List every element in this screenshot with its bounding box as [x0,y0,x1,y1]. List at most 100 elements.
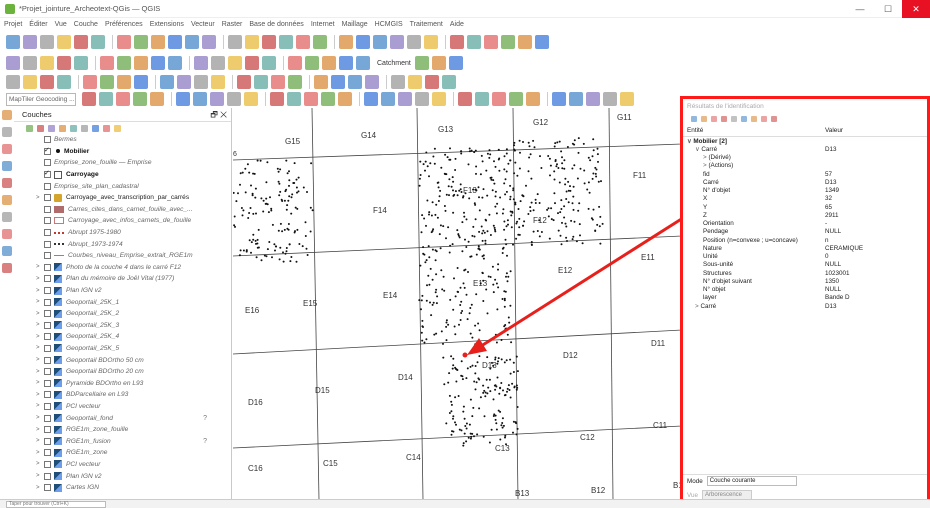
tool-icon[interactable] [398,92,412,106]
menu-preferences[interactable]: Préférences [105,21,143,28]
tool-icon[interactable] [356,56,370,70]
tool-icon[interactable] [313,35,327,49]
menu-aide[interactable]: Aide [450,21,464,28]
layer-item[interactable]: Carroyage_avec_infos_carnets_de_fouille [14,215,231,227]
expand-arrow-icon[interactable]: > [36,276,44,282]
side-tool-icon[interactable] [2,144,12,154]
expand-arrow-icon[interactable]: > [36,415,44,421]
expand-arrow-icon[interactable]: > [36,485,44,491]
layer-visibility-checkbox[interactable] [44,310,51,318]
layer-item[interactable]: Bermes [14,134,231,146]
layer-item[interactable]: Mobilier [14,146,231,158]
tool-icon[interactable] [287,92,301,106]
layer-item[interactable]: > RGE1m_zone_fouille [14,424,231,436]
menu-extensions[interactable]: Extensions [150,21,184,28]
tool-icon[interactable] [391,75,405,89]
tool-icon[interactable] [381,92,395,106]
identify-tool-icon[interactable] [711,116,717,122]
side-tool-icon[interactable] [2,195,12,205]
tool-icon[interactable] [304,92,318,106]
menu-base-de-donnees[interactable]: Base de données [249,21,304,28]
tool-icon[interactable] [6,35,20,49]
tool-icon[interactable] [467,35,481,49]
identify-tool-icon[interactable] [721,116,727,122]
layer-item[interactable]: > PCI vecteur [14,459,231,471]
tool-icon[interactable] [270,92,284,106]
identify-tool-icon[interactable] [731,116,737,122]
layer-item[interactable]: > Geoportail_25K_3 [14,320,231,332]
close-button[interactable]: ✕ [902,0,930,18]
identify-row[interactable]: Y 65 [683,203,927,211]
layer-tool-icon[interactable] [92,124,99,132]
menu-internet[interactable]: Internet [311,21,335,28]
tool-icon[interactable] [424,35,438,49]
menu-hcmgis[interactable]: HCMGIS [375,21,403,28]
tool-icon[interactable] [339,35,353,49]
layer-visibility-checkbox[interactable] [44,229,51,237]
tool-icon[interactable] [40,56,54,70]
tool-icon[interactable] [501,35,515,49]
tool-icon[interactable] [431,56,446,70]
side-tool-icon[interactable] [2,178,12,188]
locator-search-input[interactable]: Taper pour trouver (Ctrl+K) [6,500,106,508]
tool-icon[interactable] [151,56,165,70]
expand-arrow-icon[interactable]: > [36,345,44,351]
tool-icon[interactable] [492,92,506,106]
tool-icon[interactable] [603,92,617,106]
layer-item[interactable]: > PCI vecteur [14,401,231,413]
tool-icon[interactable] [586,92,600,106]
maximize-button[interactable]: ☐ [874,0,902,18]
layer-tool-icon[interactable] [37,124,44,132]
identify-tool-icon[interactable] [771,116,777,122]
layer-item[interactable]: > Photo de la couche 4 dans le carré F12 [14,262,231,274]
layer-visibility-checkbox[interactable] [44,287,51,295]
tool-icon[interactable] [117,35,131,49]
tool-icon[interactable] [425,75,439,89]
layer-visibility-checkbox[interactable] [44,402,51,410]
tool-icon[interactable] [348,75,362,89]
expand-arrow-icon[interactable]: > [36,461,44,467]
tool-icon[interactable] [450,35,464,49]
identify-row[interactable]: Sous-unité NULL [683,261,927,269]
tool-icon[interactable] [262,56,276,70]
tool-icon[interactable] [227,92,241,106]
expand-arrow-icon[interactable]: > [36,288,44,294]
identify-row[interactable]: > (Dérivé) [683,154,927,162]
identify-row[interactable]: N° objet NULL [683,286,927,294]
tool-icon[interactable] [432,92,446,106]
layer-item[interactable]: > BDParcellaire en L93 [14,389,231,401]
tool-icon[interactable] [339,56,353,70]
menu-couche[interactable]: Couche [74,21,98,28]
side-tool-icon[interactable] [2,212,12,222]
tool-icon[interactable] [458,92,472,106]
side-tool-icon[interactable] [2,161,12,171]
expand-arrow-icon[interactable]: > [36,357,44,363]
layer-visibility-checkbox[interactable] [44,136,51,144]
layer-item[interactable]: > Geoportail_25K_2 [14,308,231,320]
tool-icon[interactable] [202,35,216,49]
tool-icon[interactable] [74,56,88,70]
tool-icon[interactable] [526,92,540,106]
layer-visibility-checkbox[interactable] [44,484,51,492]
layer-item[interactable]: > Cartes IGN [14,482,231,494]
tool-icon[interactable] [116,92,130,106]
menu-vecteur[interactable]: Vecteur [191,21,215,28]
tool-icon[interactable] [475,92,489,106]
tool-icon[interactable] [569,92,583,106]
layer-item[interactable]: > Plan IGN v2 [14,285,231,297]
tool-icon[interactable] [442,75,456,89]
tool-icon[interactable] [288,75,302,89]
tool-icon[interactable] [305,56,319,70]
tool-icon[interactable] [518,35,532,49]
minimize-button[interactable]: — [846,0,874,18]
tool-icon[interactable] [40,35,54,49]
tool-icon[interactable] [150,92,164,106]
identify-row[interactable]: layer Bande D [683,294,927,302]
identify-row[interactable]: > Carré D13 [683,302,927,310]
side-tool-icon[interactable] [2,246,12,256]
tool-icon[interactable] [194,75,208,89]
layer-visibility-checkbox[interactable] [44,356,51,364]
identify-tool-icon[interactable] [701,116,707,122]
layer-item[interactable]: > RGE1m_zone [14,447,231,459]
expand-arrow-icon[interactable]: > [36,369,44,375]
